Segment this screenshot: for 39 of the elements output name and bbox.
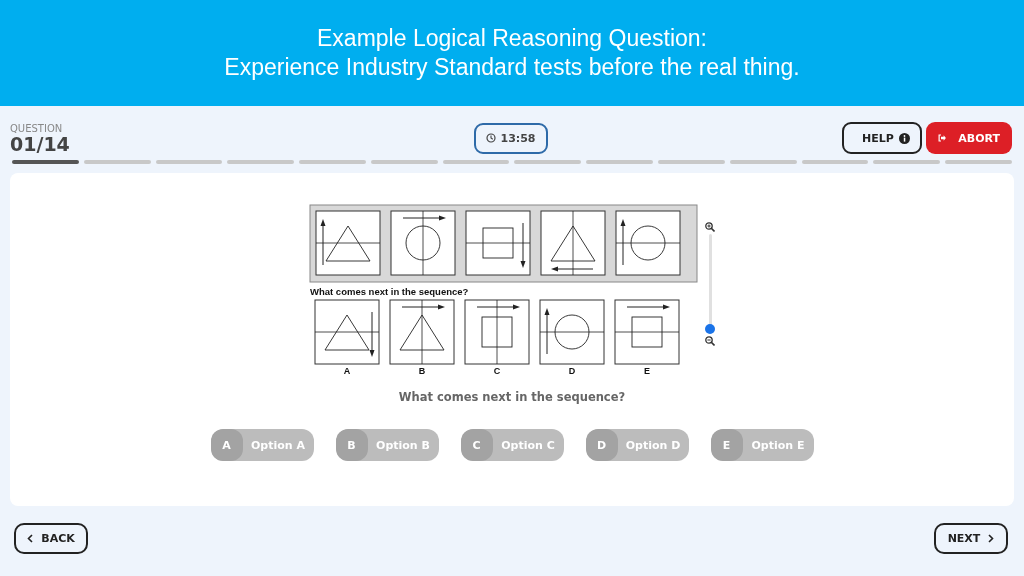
puzzle-tile <box>465 210 531 276</box>
chevron-left-icon <box>27 534 34 543</box>
zoom-out-icon[interactable] <box>705 336 715 346</box>
puzzle-tile <box>614 299 680 365</box>
puzzle-tile <box>315 210 381 276</box>
slider-thumb[interactable] <box>705 324 715 334</box>
puzzle-tile <box>390 210 456 276</box>
option-label: A <box>343 366 351 376</box>
timer: 13:58 <box>474 122 548 154</box>
figure-prompt: What comes next in the sequence? <box>310 286 469 297</box>
question-label: QUESTION <box>10 122 64 134</box>
answer-option[interactable]: E Option E <box>710 429 814 461</box>
help-button[interactable]: HELP <box>842 122 922 154</box>
puzzle-tile <box>539 299 605 365</box>
puzzle-tile <box>540 210 606 276</box>
option-label: D <box>568 366 576 376</box>
option-label: B <box>418 366 426 376</box>
clock-icon <box>486 133 497 143</box>
option-label: C <box>493 366 501 376</box>
question-text: What comes next in the sequence? <box>398 390 626 404</box>
back-button[interactable]: BACK <box>14 523 88 554</box>
banner-title: Experience Industry Standard tests before the real thing. <box>224 53 800 82</box>
answer-option[interactable]: A Option A <box>210 429 314 461</box>
answer-option[interactable]: B Option B <box>335 429 439 461</box>
info-icon <box>899 132 910 144</box>
puzzle-tile <box>314 299 380 365</box>
puzzle-tile <box>389 299 455 365</box>
question-counter: 01/14 <box>10 133 71 154</box>
abort-button[interactable]: ABORT <box>926 122 1012 154</box>
answer-option[interactable]: D Option D <box>585 429 689 461</box>
puzzle-tile <box>615 210 681 276</box>
exit-icon <box>938 133 947 143</box>
puzzle-tile <box>464 299 530 365</box>
chevron-right-icon <box>988 534 995 543</box>
next-button[interactable]: NEXT <box>934 523 1008 554</box>
answer-option[interactable]: C Option C <box>460 429 564 461</box>
option-label: E <box>644 366 650 376</box>
banner-title: Example Logical Reasoning Question: <box>317 24 707 53</box>
zoom-in-icon[interactable] <box>705 222 715 232</box>
